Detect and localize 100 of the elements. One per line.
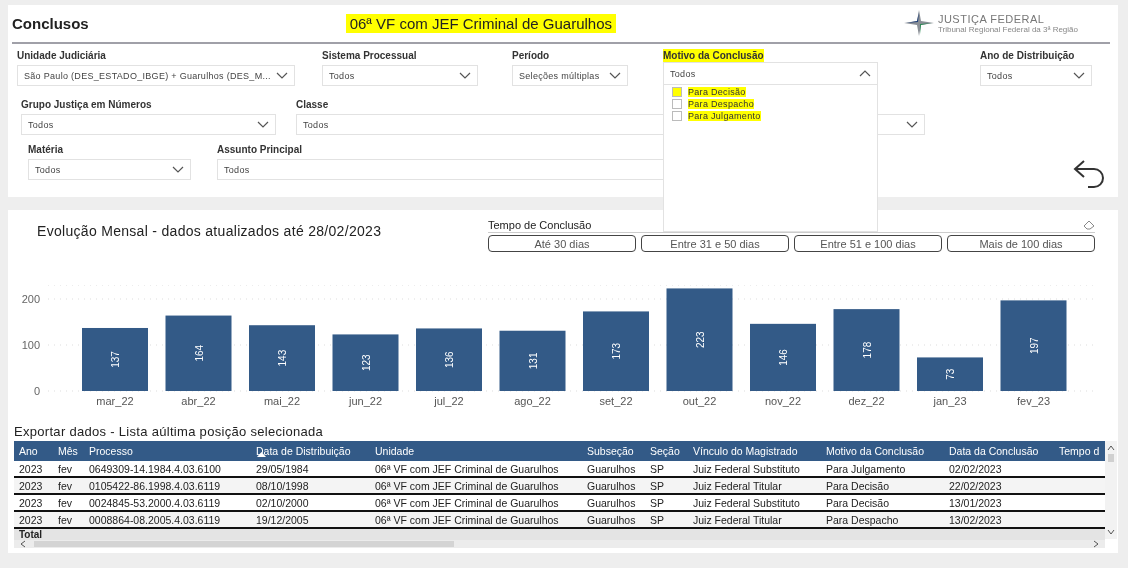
- bar: [499, 330, 566, 391]
- column-header[interactable]: Motivo da Conclusão: [826, 445, 949, 457]
- x-axis-label: jun_22: [349, 395, 382, 407]
- bar-value-label: 173: [611, 342, 622, 360]
- chevron-down-icon: [276, 72, 288, 79]
- vertical-scrollbar[interactable]: [1105, 441, 1117, 539]
- filter-label: Classe: [296, 98, 329, 111]
- y-axis-label: 200: [21, 293, 40, 305]
- time-range-button[interactable]: Até 30 dias: [488, 235, 636, 252]
- column-header[interactable]: Seção: [650, 445, 693, 457]
- table-cell-text: 2023: [19, 479, 44, 492]
- column-header[interactable]: Tempo d: [1059, 445, 1105, 457]
- logo-name: JUSTIÇA FEDERAL: [937, 12, 1046, 25]
- table-cell-text: 0008864-08.2005.4.03.6119: [89, 513, 222, 526]
- column-header[interactable]: Vínculo do Magistrado: [693, 445, 826, 457]
- bar-value-label: 164: [193, 344, 205, 362]
- filter-label: Ano de Distribuição: [980, 49, 1075, 62]
- table-cell-text: SP: [650, 496, 665, 509]
- chart-title: Evolução Mensal - dados atualizados até 28/02/2023: [37, 223, 382, 239]
- filter-label: Grupo Justiça em Números: [21, 98, 152, 111]
- filter-label: Unidade Judiciária: [17, 49, 106, 62]
- x-axis-label: dez_22: [848, 395, 885, 407]
- filter-label: Período: [512, 49, 550, 62]
- time-range-button[interactable]: Entre 51 e 100 dias: [794, 235, 942, 252]
- table-cell-text: fev: [58, 496, 73, 509]
- chevron-down-icon: [906, 121, 918, 128]
- option-label[interactable]: Para Julgamento: [688, 111, 761, 121]
- dropdown-field[interactable]: Todos: [322, 65, 478, 86]
- page-title: Conclusos: [12, 14, 89, 32]
- total-label: Total: [19, 529, 43, 540]
- column-header[interactable]: Data de Distribuição: [256, 445, 375, 457]
- bar: [917, 357, 983, 391]
- bar-value-label: 143: [277, 349, 288, 367]
- scrollbar-thumb[interactable]: [34, 541, 454, 547]
- time-range-button[interactable]: Mais de 100 dias: [947, 235, 1095, 252]
- eraser-icon[interactable]: [1083, 220, 1095, 230]
- dropdown-field[interactable]: Seleções múltiplas: [512, 65, 628, 86]
- bar-value-label: 178: [861, 341, 873, 359]
- filter-label: Motivo da Conclusão: [663, 49, 764, 62]
- time-range-button[interactable]: Entre 31 e 50 dias: [641, 235, 789, 252]
- dropdown-field[interactable]: Todos: [664, 63, 877, 85]
- x-axis-label: jul_22: [434, 395, 464, 407]
- table-cell-text: SP: [650, 513, 665, 526]
- column-header[interactable]: Processo: [89, 445, 256, 457]
- scroll-down-icon[interactable]: [1107, 529, 1115, 535]
- dropdown-field[interactable]: Todos: [28, 159, 191, 180]
- table-cell-text: 06ª VF com JEF Criminal de Guarulhos: [375, 496, 560, 509]
- undo-icon[interactable]: [1072, 157, 1106, 189]
- table-cell-text: 0105422-86.1998.4.03.6119: [89, 479, 222, 492]
- bar: [249, 325, 315, 391]
- checkbox[interactable]: [672, 87, 682, 97]
- table-cell-text: 22/02/2023: [949, 479, 1003, 492]
- scrollbar-thumb[interactable]: [1108, 454, 1114, 462]
- filter-label: Sistema Processual: [322, 49, 417, 62]
- table-cell-text: 13/01/2023: [949, 496, 1003, 509]
- x-axis-label: jan_23: [933, 395, 967, 407]
- y-axis-label: 100: [21, 339, 40, 351]
- option-label[interactable]: Para Despacho: [688, 99, 754, 109]
- table-cell-text: Guarulhos: [587, 513, 637, 526]
- table-cell-text: 29/05/1984: [256, 462, 310, 475]
- chevron-down-icon: [1073, 72, 1085, 79]
- bar: [416, 328, 482, 391]
- bar-value-label: 137: [110, 351, 121, 368]
- scroll-up-icon[interactable]: [1107, 445, 1115, 451]
- column-header[interactable]: Subseção: [587, 445, 650, 457]
- table-cell-text: 08/10/1998: [256, 479, 310, 492]
- option-label[interactable]: Para Decisão: [688, 87, 746, 97]
- x-axis-label: set_22: [599, 395, 633, 407]
- table-cell-text: 19/12/2005: [256, 513, 310, 526]
- checkbox[interactable]: [672, 99, 682, 109]
- table-cell-text: 0024845-53.2000.4.03.6119: [89, 496, 222, 509]
- filter-label: Matéria: [28, 143, 63, 156]
- table-title: Exportar dados - Lista aúltima posição selecionada: [14, 424, 325, 439]
- scroll-right-icon[interactable]: [1093, 540, 1099, 548]
- x-axis-label: fev_23: [1017, 395, 1050, 407]
- table-cell-text: 06ª VF com JEF Criminal de Guarulhos: [375, 513, 560, 526]
- table-cell-text: 02/02/2023: [949, 462, 1003, 475]
- table-cell-text: Para Decisão: [826, 479, 891, 492]
- dropdown-field[interactable]: São Paulo (DES_ESTADO_IBGE) + Guarulhos (DES_M...: [17, 65, 295, 86]
- scroll-left-icon[interactable]: [20, 540, 26, 548]
- dropdown-field[interactable]: Todos: [21, 114, 276, 135]
- column-header[interactable]: Data da Conclusão: [949, 445, 1059, 457]
- dropdown-field[interactable]: Todos: [980, 65, 1092, 86]
- column-header[interactable]: Ano: [19, 445, 58, 457]
- horizontal-scrollbar[interactable]: [14, 540, 1105, 548]
- table-cell-text: Para Despacho: [826, 513, 900, 526]
- table-cell-text: 06ª VF com JEF Criminal de Guarulhos: [375, 479, 560, 492]
- x-axis-label: nov_22: [764, 395, 802, 407]
- bar-value-label: 123: [360, 354, 372, 372]
- column-header[interactable]: Mês: [58, 445, 89, 457]
- bar: [750, 323, 816, 391]
- unit-title: 06ª VF com JEF Criminal de Guarulhos: [345, 13, 616, 33]
- table-cell-text: fev: [58, 479, 73, 492]
- x-axis-label: out_22: [682, 395, 717, 407]
- chevron-down-icon: [459, 72, 471, 79]
- table-cell-text: Juiz Federal Titular: [693, 513, 783, 526]
- column-header[interactable]: Unidade: [375, 445, 587, 457]
- x-axis-label: ago_22: [514, 395, 551, 407]
- checkbox[interactable]: [672, 111, 682, 121]
- chevron-down-icon: [257, 121, 269, 128]
